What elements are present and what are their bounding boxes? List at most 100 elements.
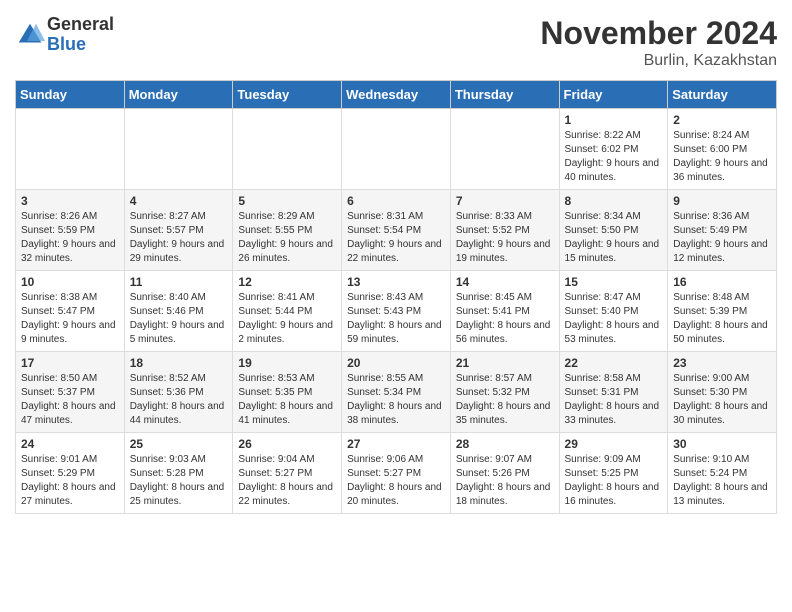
title-block: November 2024 Burlin, Kazakhstan [540,15,777,70]
day-info: Sunrise: 8:24 AMSunset: 6:00 PMDaylight:… [673,129,771,185]
day-number: 8 [565,194,663,208]
day-number: 20 [347,356,445,370]
day-number: 24 [21,437,119,451]
calendar-cell-w5d3: 26Sunrise: 9:04 AMSunset: 5:27 PMDayligh… [233,433,342,514]
day-info: Sunrise: 8:52 AMSunset: 5:36 PMDaylight:… [130,372,228,428]
day-number: 2 [673,113,771,127]
day-number: 9 [673,194,771,208]
day-number: 17 [21,356,119,370]
day-number: 6 [347,194,445,208]
day-number: 29 [565,437,663,451]
calendar-cell-w4d2: 18 Sunrise: 8:52 AMSunset: 5:36 PMDayligh… [124,352,233,433]
day-info: Sunrise: 9:01 AMSunset: 5:29 PMDaylight:… [21,453,119,509]
day-info: Sunrise: 8:40 AMSunset: 5:46 PMDaylight:… [130,291,228,347]
calendar-cell-w3d3: 12 Sunrise: 8:41 AMSunset: 5:44 PMDayligh… [233,271,342,352]
weekday-header-saturday: Saturday [668,81,777,109]
day-info: Sunrise: 8:50 AMSunset: 5:37 PMDaylight:… [21,372,119,428]
month-title: November 2024 [540,15,777,52]
day-info: Sunrise: 8:43 AMSunset: 5:43 PMDaylight:… [347,291,445,347]
day-info: Sunrise: 8:57 AMSunset: 5:32 PMDaylight:… [456,372,554,428]
day-number: 14 [456,275,554,289]
weekday-header-tuesday: Tuesday [233,81,342,109]
weekday-header-row: SundayMondayTuesdayWednesdayThursdayFrid… [16,81,777,109]
logo-blue: Blue [47,35,114,55]
day-info: Sunrise: 8:36 AMSunset: 5:49 PMDaylight:… [673,210,771,266]
calendar-cell-w5d1: 24 Sunrise: 9:01 AMSunset: 5:29 PMDayligh… [16,433,125,514]
day-info: Sunrise: 8:45 AMSunset: 5:41 PMDaylight:… [456,291,554,347]
day-number: 27 [347,437,445,451]
calendar-cell-w5d5: 28Sunrise: 9:07 AMSunset: 5:26 PMDayligh… [450,433,559,514]
logo-general: General [47,15,114,35]
calendar-cell-w2d4: 6Sunrise: 8:31 AMSunset: 5:54 PMDaylight… [342,190,451,271]
day-number: 4 [130,194,228,208]
calendar-cell-w3d5: 14 Sunrise: 8:45 AMSunset: 5:41 PMDayligh… [450,271,559,352]
day-info: Sunrise: 8:58 AMSunset: 5:31 PMDaylight:… [565,372,663,428]
calendar-week-2: 3 Sunrise: 8:26 AMSunset: 5:59 PMDaylight… [16,190,777,271]
day-number: 13 [347,275,445,289]
day-info: Sunrise: 8:47 AMSunset: 5:40 PMDaylight:… [565,291,663,347]
day-number: 22 [565,356,663,370]
calendar-cell-w5d2: 25 Sunrise: 9:03 AMSunset: 5:28 PMDayligh… [124,433,233,514]
calendar-cell-w2d1: 3 Sunrise: 8:26 AMSunset: 5:59 PMDaylight… [16,190,125,271]
day-info: Sunrise: 9:03 AMSunset: 5:28 PMDaylight:… [130,453,228,509]
day-number: 19 [238,356,336,370]
day-number: 18 [130,356,228,370]
day-info: Sunrise: 9:04 AMSunset: 5:27 PMDaylight:… [238,453,336,509]
day-info: Sunrise: 8:48 AMSunset: 5:39 PMDaylight:… [673,291,771,347]
day-number: 7 [456,194,554,208]
calendar-cell-w1d4 [342,109,451,190]
day-number: 25 [130,437,228,451]
calendar-cell-w1d5 [450,109,559,190]
calendar-cell-w5d4: 27 Sunrise: 9:06 AMSunset: 5:27 PMDayligh… [342,433,451,514]
day-number: 23 [673,356,771,370]
calendar-cell-w4d6: 22 Sunrise: 8:58 AMSunset: 5:31 PMDayligh… [559,352,668,433]
day-number: 11 [130,275,228,289]
calendar-week-3: 10Sunrise: 8:38 AMSunset: 5:47 PMDayligh… [16,271,777,352]
day-info: Sunrise: 8:34 AMSunset: 5:50 PMDaylight:… [565,210,663,266]
day-info: Sunrise: 8:26 AMSunset: 5:59 PMDaylight:… [21,210,119,266]
calendar-cell-w4d7: 23Sunrise: 9:00 AMSunset: 5:30 PMDayligh… [668,352,777,433]
calendar-cell-w3d6: 15 Sunrise: 8:47 AMSunset: 5:40 PMDayligh… [559,271,668,352]
calendar-cell-w2d6: 8 Sunrise: 8:34 AMSunset: 5:50 PMDaylight… [559,190,668,271]
day-number: 16 [673,275,771,289]
location: Burlin, Kazakhstan [540,52,777,70]
weekday-header-monday: Monday [124,81,233,109]
day-number: 28 [456,437,554,451]
calendar-cell-w1d2 [124,109,233,190]
logo-icon [15,20,45,50]
logo: General Blue [15,15,114,55]
day-info: Sunrise: 9:10 AMSunset: 5:24 PMDaylight:… [673,453,771,509]
day-info: Sunrise: 9:06 AMSunset: 5:27 PMDaylight:… [347,453,445,509]
day-info: Sunrise: 8:27 AMSunset: 5:57 PMDaylight:… [130,210,228,266]
day-number: 1 [565,113,663,127]
day-info: Sunrise: 8:53 AMSunset: 5:35 PMDaylight:… [238,372,336,428]
calendar-cell-w2d2: 4 Sunrise: 8:27 AMSunset: 5:57 PMDaylight… [124,190,233,271]
calendar-cell-w3d7: 16 Sunrise: 8:48 AMSunset: 5:39 PMDayligh… [668,271,777,352]
day-number: 12 [238,275,336,289]
weekday-header-thursday: Thursday [450,81,559,109]
calendar-cell-w2d5: 7 Sunrise: 8:33 AMSunset: 5:52 PMDaylight… [450,190,559,271]
calendar-cell-w3d4: 13 Sunrise: 8:43 AMSunset: 5:43 PMDayligh… [342,271,451,352]
weekday-header-sunday: Sunday [16,81,125,109]
day-info: Sunrise: 8:33 AMSunset: 5:52 PMDaylight:… [456,210,554,266]
weekday-header-friday: Friday [559,81,668,109]
calendar-cell-w1d1 [16,109,125,190]
logo-text: General Blue [47,15,114,55]
day-info: Sunrise: 8:22 AMSunset: 6:02 PMDaylight:… [565,129,663,185]
calendar-cell-w1d7: 2 Sunrise: 8:24 AMSunset: 6:00 PMDaylight… [668,109,777,190]
calendar-week-1: 1 Sunrise: 8:22 AMSunset: 6:02 PMDaylight… [16,109,777,190]
calendar-cell-w5d7: 30 Sunrise: 9:10 AMSunset: 5:24 PMDayligh… [668,433,777,514]
day-number: 3 [21,194,119,208]
day-info: Sunrise: 8:41 AMSunset: 5:44 PMDaylight:… [238,291,336,347]
page-header: General Blue November 2024 Burlin, Kazak… [15,15,777,70]
calendar-cell-w2d7: 9 Sunrise: 8:36 AMSunset: 5:49 PMDaylight… [668,190,777,271]
calendar-week-4: 17 Sunrise: 8:50 AMSunset: 5:37 PMDayligh… [16,352,777,433]
day-number: 10 [21,275,119,289]
calendar-cell-w4d3: 19 Sunrise: 8:53 AMSunset: 5:35 PMDayligh… [233,352,342,433]
calendar-cell-w1d6: 1 Sunrise: 8:22 AMSunset: 6:02 PMDaylight… [559,109,668,190]
day-info: Sunrise: 8:55 AMSunset: 5:34 PMDaylight:… [347,372,445,428]
calendar-week-5: 24 Sunrise: 9:01 AMSunset: 5:29 PMDayligh… [16,433,777,514]
calendar-cell-w1d3 [233,109,342,190]
day-number: 15 [565,275,663,289]
day-number: 30 [673,437,771,451]
